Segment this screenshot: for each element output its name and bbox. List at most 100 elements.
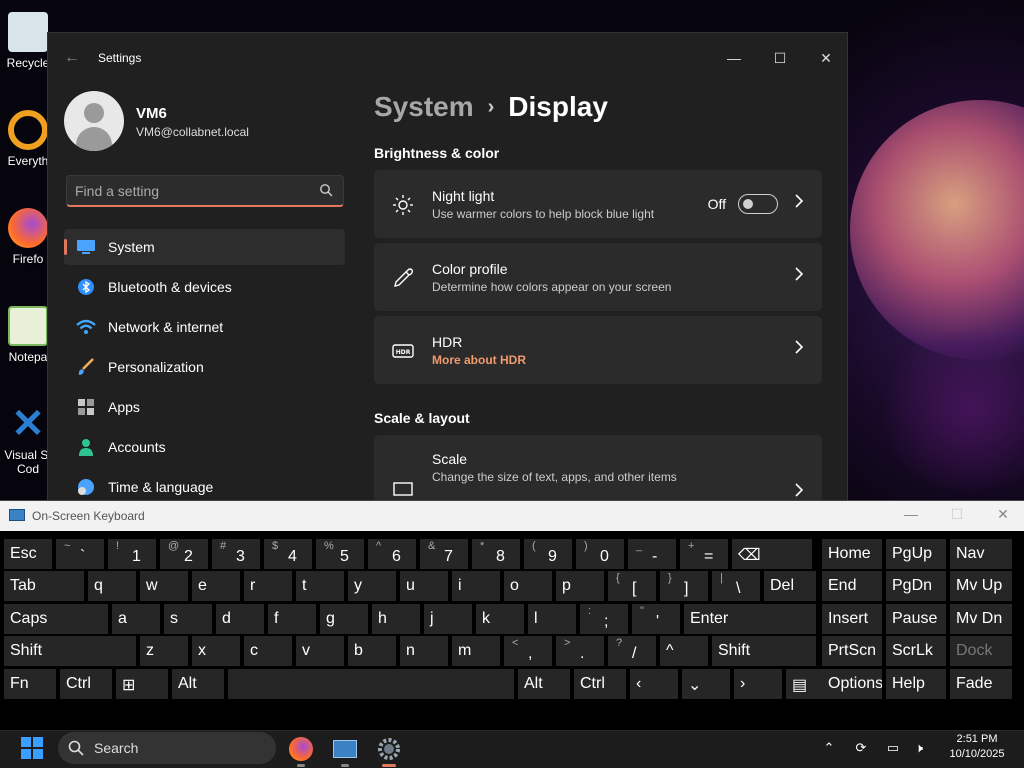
key-2-9[interactable]: l [528, 604, 576, 634]
key-1-9[interactable]: o [504, 571, 552, 601]
minimize-button[interactable]: — [711, 43, 757, 73]
settings-search[interactable] [66, 175, 344, 207]
key-4-0[interactable]: Fn [4, 669, 56, 699]
night-light-card[interactable]: Night light Use warmer colors to help bl… [374, 170, 822, 238]
key-4-7[interactable]: ‹ [630, 669, 678, 699]
key-0-6[interactable]: % 5 [316, 539, 364, 569]
taskbar-clock[interactable]: 2:51 PM 10/10/2025 [940, 732, 1014, 762]
chevron-right-icon[interactable] [794, 340, 804, 354]
key-3-10[interactable]: ? / [608, 636, 656, 666]
key-4-9[interactable]: › [734, 669, 782, 699]
key-4-2[interactable]: ⊞ [116, 669, 168, 699]
nav-item-personalization[interactable]: Personalization [64, 349, 345, 385]
taskbar-search[interactable]: Search [58, 732, 276, 764]
key-3-6[interactable]: n [400, 636, 448, 666]
nav-item-system[interactable]: System [64, 229, 345, 265]
scale-card[interactable]: Scale Change the size of text, apps, and… [374, 435, 822, 501]
key-2-7[interactable]: j [424, 604, 472, 634]
key-1-2[interactable]: w [140, 571, 188, 601]
taskbar-firefox[interactable] [286, 734, 316, 767]
key-1-16[interactable]: PgDn [886, 571, 946, 601]
key-0-2[interactable]: ! 1 [108, 539, 156, 569]
key-3-4[interactable]: v [296, 636, 344, 666]
key-0-16[interactable]: PgUp [886, 539, 946, 569]
key-4-8[interactable]: ⌄ [682, 669, 730, 699]
key-4-11[interactable]: Options [822, 669, 882, 699]
key-3-11[interactable]: ^ [660, 636, 708, 666]
key-0-3[interactable]: @2 [160, 539, 208, 569]
nav-item-accounts[interactable]: Accounts [64, 429, 345, 465]
key-0-13[interactable]: + = [680, 539, 728, 569]
osk-close-button[interactable]: ✕ [988, 506, 1018, 523]
sync-icon[interactable]: ⟳ [852, 740, 870, 758]
key-4-6[interactable]: Ctrl [574, 669, 626, 699]
key-1-3[interactable]: e [192, 571, 240, 601]
key-1-14[interactable]: Del [764, 571, 816, 601]
start-button[interactable] [20, 736, 44, 760]
key-1-13[interactable]: | \ [712, 571, 760, 601]
back-arrow-icon[interactable]: ← [64, 49, 80, 67]
key-4-5[interactable]: Alt [518, 669, 570, 699]
nav-item-time-language[interactable]: Time & language [64, 469, 345, 501]
key-0-10[interactable]: (9 [524, 539, 572, 569]
key-3-0[interactable]: Shift [4, 636, 136, 666]
key-1-7[interactable]: u [400, 571, 448, 601]
key-1-17[interactable]: Mv Up [950, 571, 1012, 601]
taskbar-settings[interactable] [374, 734, 404, 767]
key-1-0[interactable]: Tab [4, 571, 84, 601]
key-space[interactable] [228, 669, 514, 699]
chevron-right-icon[interactable] [794, 483, 804, 497]
key-0-11[interactable]: ) 0 [576, 539, 624, 569]
key-3-12[interactable]: Shift [712, 636, 816, 666]
key-2-8[interactable]: k [476, 604, 524, 634]
key-0-14[interactable]: ⌫ [732, 539, 812, 569]
key-2-1[interactable]: a [112, 604, 160, 634]
key-1-10[interactable]: p [556, 571, 604, 601]
breadcrumb-parent[interactable]: System [374, 91, 474, 122]
search-icon[interactable] [319, 183, 333, 197]
key-2-11[interactable]: " ' [632, 604, 680, 634]
key-2-12[interactable]: Enter [684, 604, 816, 634]
key-2-4[interactable]: f [268, 604, 316, 634]
search-input[interactable] [75, 182, 305, 200]
night-light-toggle[interactable] [738, 194, 778, 214]
key-3-15[interactable]: Dock [950, 636, 1012, 666]
key-3-1[interactable]: z [140, 636, 188, 666]
key-0-7[interactable]: ^ 6 [368, 539, 416, 569]
key-3-9[interactable]: >. [556, 636, 604, 666]
key-0-5[interactable]: $4 [264, 539, 312, 569]
key-2-14[interactable]: Pause [886, 604, 946, 634]
key-2-6[interactable]: h [372, 604, 420, 634]
key-0-15[interactable]: Home [822, 539, 882, 569]
key-0-1[interactable]: ~ ` [56, 539, 104, 569]
key-0-0[interactable]: Esc [4, 539, 52, 569]
color-profile-card[interactable]: Color profile Determine how colors appea… [374, 243, 822, 311]
key-3-2[interactable]: x [192, 636, 240, 666]
network-icon[interactable]: ▭ [884, 740, 902, 758]
maximize-button[interactable]: ☐ [757, 43, 803, 73]
key-0-8[interactable]: & 7 [420, 539, 468, 569]
key-3-3[interactable]: c [244, 636, 292, 666]
volume-muted-icon[interactable]: 🕨 [910, 740, 928, 758]
settings-titlebar[interactable]: ← Settings — ☐ ✕ [48, 33, 847, 83]
more-about-hdr-link[interactable]: More about HDR [432, 353, 526, 367]
key-2-5[interactable]: g [320, 604, 368, 634]
key-4-13[interactable]: Fade [950, 669, 1012, 699]
key-1-8[interactable]: i [452, 571, 500, 601]
key-3-8[interactable]: <, [504, 636, 552, 666]
nav-item-bluetooth[interactable]: Bluetooth & devices [64, 269, 345, 305]
key-3-7[interactable]: m [452, 636, 500, 666]
key-0-17[interactable]: Nav [950, 539, 1012, 569]
key-0-12[interactable]: _ - [628, 539, 676, 569]
osk-titlebar[interactable]: On-Screen Keyboard — ☐ ✕ [0, 501, 1024, 531]
key-2-3[interactable]: d [216, 604, 264, 634]
close-button[interactable]: ✕ [803, 43, 847, 73]
taskbar-on-screen-keyboard[interactable] [330, 734, 360, 767]
key-1-5[interactable]: t [296, 571, 344, 601]
key-2-0[interactable]: Caps [4, 604, 108, 634]
key-4-12[interactable]: Help [886, 669, 946, 699]
key-0-4[interactable]: #3 [212, 539, 260, 569]
osk-minimize-button[interactable]: — [896, 506, 926, 522]
key-1-11[interactable]: {[ [608, 571, 656, 601]
key-4-1[interactable]: Ctrl [60, 669, 112, 699]
